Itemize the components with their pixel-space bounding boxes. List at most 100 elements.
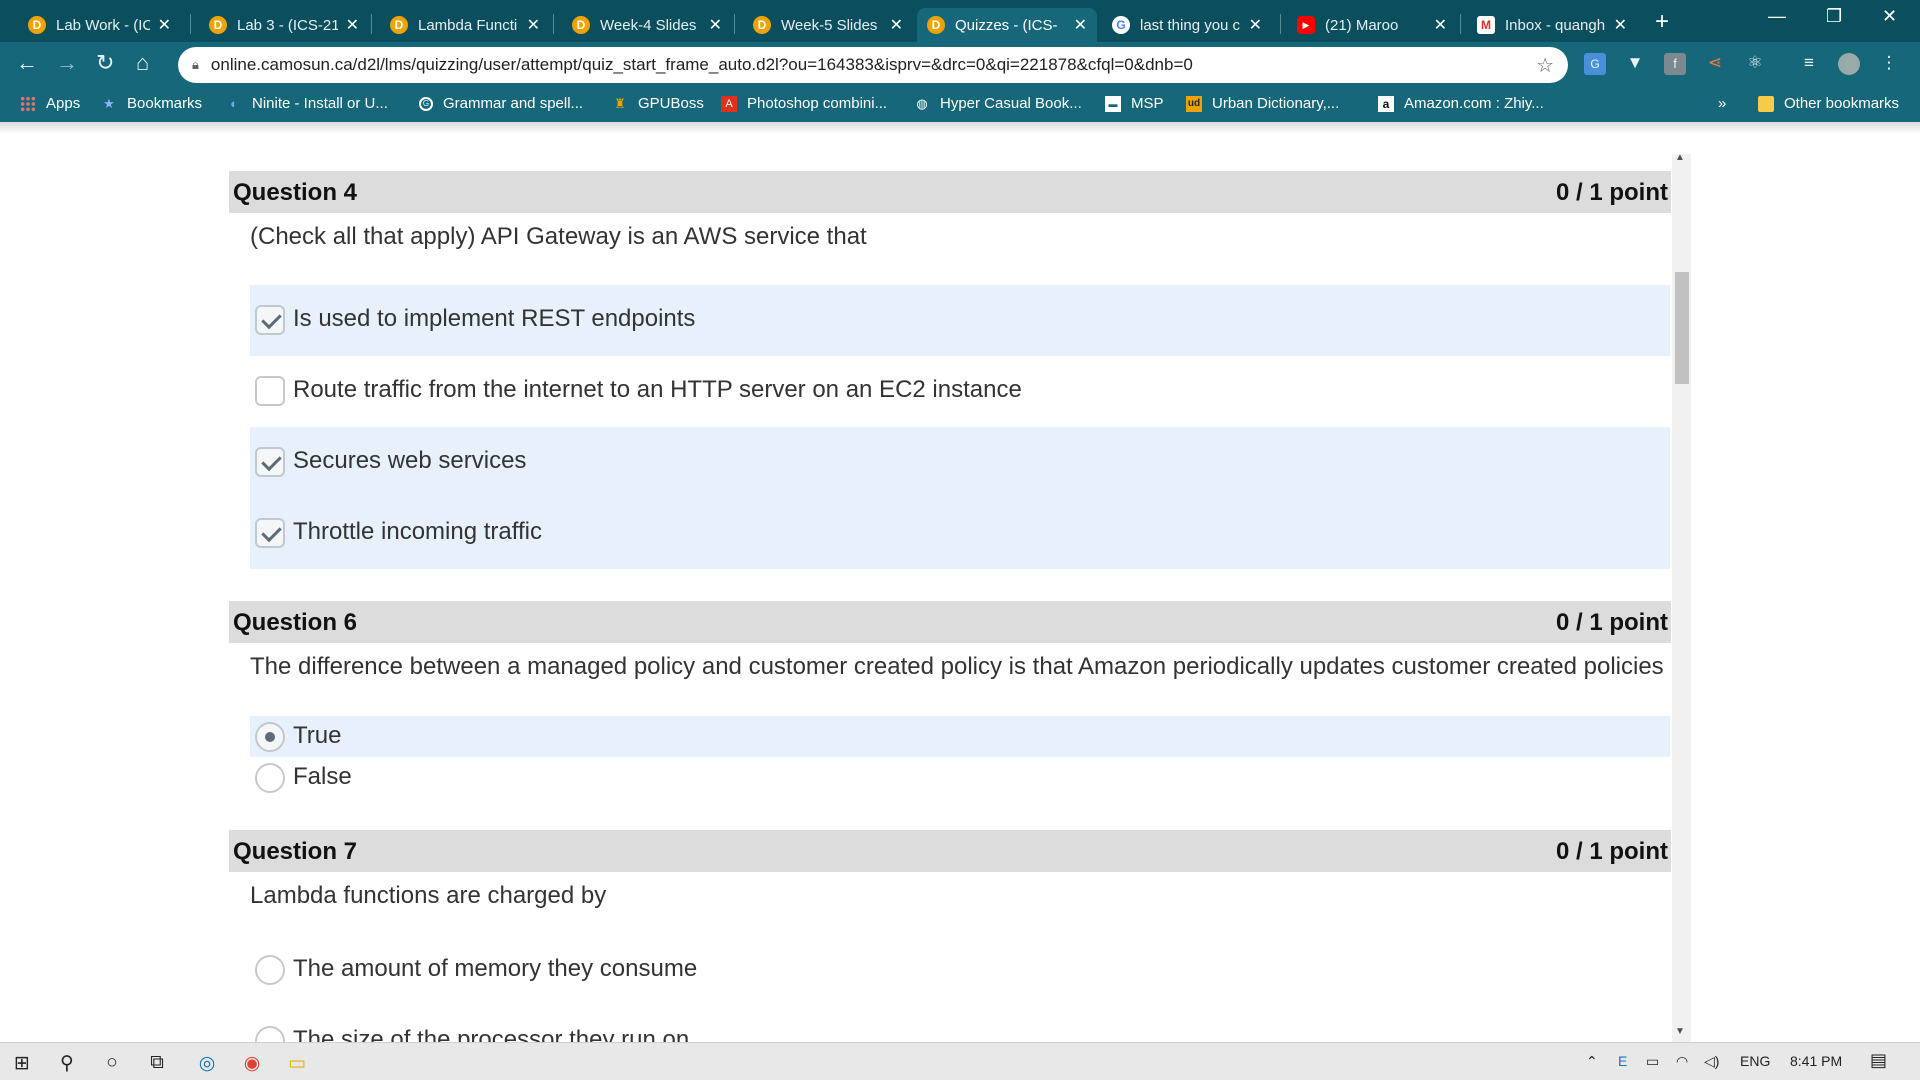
apps-grid-icon <box>20 95 36 112</box>
youtube-icon: ▶ <box>1297 16 1315 34</box>
clock[interactable]: 8:41 PM <box>1790 1053 1842 1069</box>
answer-option[interactable]: The size of the processor they run on <box>250 1006 1670 1042</box>
action-center-icon[interactable]: ▤ <box>1870 1050 1887 1071</box>
profile-avatar[interactable] <box>1838 53 1860 75</box>
new-tab-button[interactable]: + <box>1655 8 1669 36</box>
star-icon: ★ <box>103 95 115 111</box>
bookmark-apps[interactable]: Apps <box>20 95 80 112</box>
close-icon[interactable]: ✕ <box>709 15 722 35</box>
tab-label: Inbox - quangh <box>1505 16 1606 34</box>
bookmark-label: MSP <box>1131 95 1164 112</box>
close-icon[interactable]: ✕ <box>158 15 171 35</box>
close-icon[interactable]: ✕ <box>527 15 540 35</box>
task-view-icon[interactable]: ⧉ <box>145 1051 169 1075</box>
radio-unselected[interactable] <box>255 763 285 793</box>
tab-gmail[interactable]: M Inbox - quangh ✕ <box>1467 8 1637 42</box>
checkbox-checked[interactable] <box>255 305 285 335</box>
bookmark-label: Photoshop combini... <box>747 95 888 112</box>
facebook-extension-icon[interactable]: f <box>1664 53 1686 75</box>
tab-quizzes[interactable]: D Quizzes - (ICS- ✕ <box>917 8 1097 42</box>
checkbox-checked[interactable] <box>255 447 285 477</box>
cortana-icon[interactable]: ○ <box>100 1051 124 1075</box>
tab-google-search[interactable]: G last thing you c ✕ <box>1102 8 1272 42</box>
answer-option[interactable]: Route traffic from the internet to an HT… <box>250 356 1670 427</box>
battery-icon[interactable]: ▭ <box>1646 1053 1659 1070</box>
tab-label: Lab Work - (ICS <box>56 16 150 34</box>
close-window-icon[interactable]: ✕ <box>1882 6 1897 27</box>
bookmark-photoshop[interactable]: A Photoshop combini... <box>721 95 887 112</box>
question-points: 0 / 1 point <box>1555 838 1668 865</box>
file-explorer-icon[interactable]: ▭ <box>285 1051 309 1075</box>
language-indicator[interactable]: ENG <box>1740 1053 1770 1069</box>
bookmark-hyper-casual[interactable]: ◍ Hyper Casual Book... <box>914 95 1081 112</box>
bookmark-star-icon[interactable]: ☆ <box>1536 53 1554 78</box>
bookmark-amazon[interactable]: a Amazon.com : Zhiy... <box>1378 95 1544 112</box>
tab-week-5-slides[interactable]: D Week-5 Slides ✕ <box>743 8 913 42</box>
answer-option[interactable]: Secures web services <box>250 427 1670 498</box>
share-extension-icon[interactable]: ⋖ <box>1704 53 1726 75</box>
bookmark-label: Bookmarks <box>127 95 203 112</box>
scroll-down-arrow-icon[interactable]: ▼ <box>1675 1026 1685 1037</box>
option-label: The size of the processor they run on <box>293 1026 690 1042</box>
more-menu-icon[interactable]: ⋮ <box>1878 53 1900 75</box>
translate-extension-icon[interactable]: G <box>1584 53 1606 75</box>
media-control-icon[interactable]: ≡ <box>1798 53 1820 75</box>
answer-option[interactable]: The amount of memory they consume <box>250 935 1670 1006</box>
close-icon[interactable]: ✕ <box>1614 15 1627 35</box>
tab-lab-work[interactable]: D Lab Work - (ICS ✕ <box>18 8 181 42</box>
checkbox-checked[interactable] <box>255 518 285 548</box>
bookmark-grammar[interactable]: G Grammar and spell... <box>419 95 583 112</box>
d2l-icon: D <box>390 16 408 34</box>
bookmark-label: Ninite - Install or U... <box>252 95 388 112</box>
question-points: 0 / 1 point <box>1555 609 1668 636</box>
home-icon[interactable]: ⌂ <box>136 50 149 76</box>
answer-option[interactable]: False <box>250 757 1670 798</box>
radio-unselected[interactable] <box>255 955 285 985</box>
answer-option[interactable]: True <box>250 716 1670 757</box>
tab-lab-3[interactable]: D Lab 3 - (ICS-21 ✕ <box>199 8 369 42</box>
gmail-icon: M <box>1477 16 1495 34</box>
forward-icon[interactable]: → <box>56 50 78 76</box>
windows-start-icon[interactable]: ⊞ <box>10 1051 34 1075</box>
bookmark-bookmarks[interactable]: ★ Bookmarks <box>101 95 202 112</box>
scrollbar-thumb[interactable] <box>1675 272 1689 384</box>
react-extension-icon[interactable]: ⚛ <box>1744 53 1766 75</box>
back-icon[interactable]: ← <box>16 50 38 76</box>
bookmarks-overflow-button[interactable]: » <box>1718 95 1726 112</box>
reload-icon[interactable]: ↻ <box>96 50 114 76</box>
scroll-up-arrow-icon[interactable]: ▲ <box>1675 152 1685 163</box>
bookmark-msp[interactable]: ▬ MSP <box>1105 95 1164 112</box>
option-label: Is used to implement REST endpoints <box>293 305 696 332</box>
bookmark-ninite[interactable]: ◐ Ninite - Install or U... <box>226 95 388 112</box>
close-icon[interactable]: ✕ <box>346 15 359 35</box>
answer-option[interactable]: Throttle incoming traffic <box>250 498 1670 569</box>
question-title: Question 7 <box>233 838 358 865</box>
tray-overflow-chevron-icon[interactable]: ⌃ <box>1586 1053 1598 1070</box>
bookmark-gpuboss[interactable]: ♜ GPUBoss <box>612 95 704 112</box>
close-icon[interactable]: ✕ <box>890 15 903 35</box>
restore-icon[interactable]: ❐ <box>1826 6 1842 27</box>
volume-icon[interactable]: ◁) <box>1704 1053 1719 1070</box>
tab-label: last thing you c <box>1140 16 1241 34</box>
minimize-icon[interactable]: — <box>1768 6 1786 27</box>
radio-unselected[interactable] <box>255 1026 285 1042</box>
radio-selected[interactable] <box>255 722 285 752</box>
answer-option[interactable]: Is used to implement REST endpoints <box>250 285 1670 356</box>
close-icon[interactable]: ✕ <box>1249 15 1262 35</box>
search-icon[interactable]: ⚲ <box>55 1051 79 1075</box>
tray-app-icon[interactable]: E <box>1618 1053 1627 1069</box>
vimium-extension-icon[interactable]: ▼ <box>1624 53 1646 75</box>
address-bar[interactable]: 🔒︎ online.camosun.ca/d2l/lms/quizzing/us… <box>178 47 1568 83</box>
close-icon[interactable]: ✕ <box>1074 15 1087 35</box>
overflow-chevron-icon: » <box>1718 95 1727 112</box>
tab-week-4-slides[interactable]: D Week-4 Slides ✕ <box>562 8 732 42</box>
bookmark-urban-dictionary[interactable]: ud Urban Dictionary,... <box>1186 95 1339 112</box>
wifi-icon[interactable]: ◠ <box>1676 1053 1688 1070</box>
checkbox-unchecked[interactable] <box>255 376 285 406</box>
chrome-taskbar-icon[interactable]: ◉ <box>240 1051 264 1075</box>
other-bookmarks[interactable]: Other bookmarks <box>1758 95 1899 112</box>
tab-lambda-functions[interactable]: D Lambda Functi ✕ <box>380 8 550 42</box>
steam-icon[interactable]: ◎ <box>195 1051 219 1075</box>
close-icon[interactable]: ✕ <box>1434 15 1447 35</box>
tab-youtube[interactable]: ▶ (21) Maroo ✕ <box>1287 8 1457 42</box>
